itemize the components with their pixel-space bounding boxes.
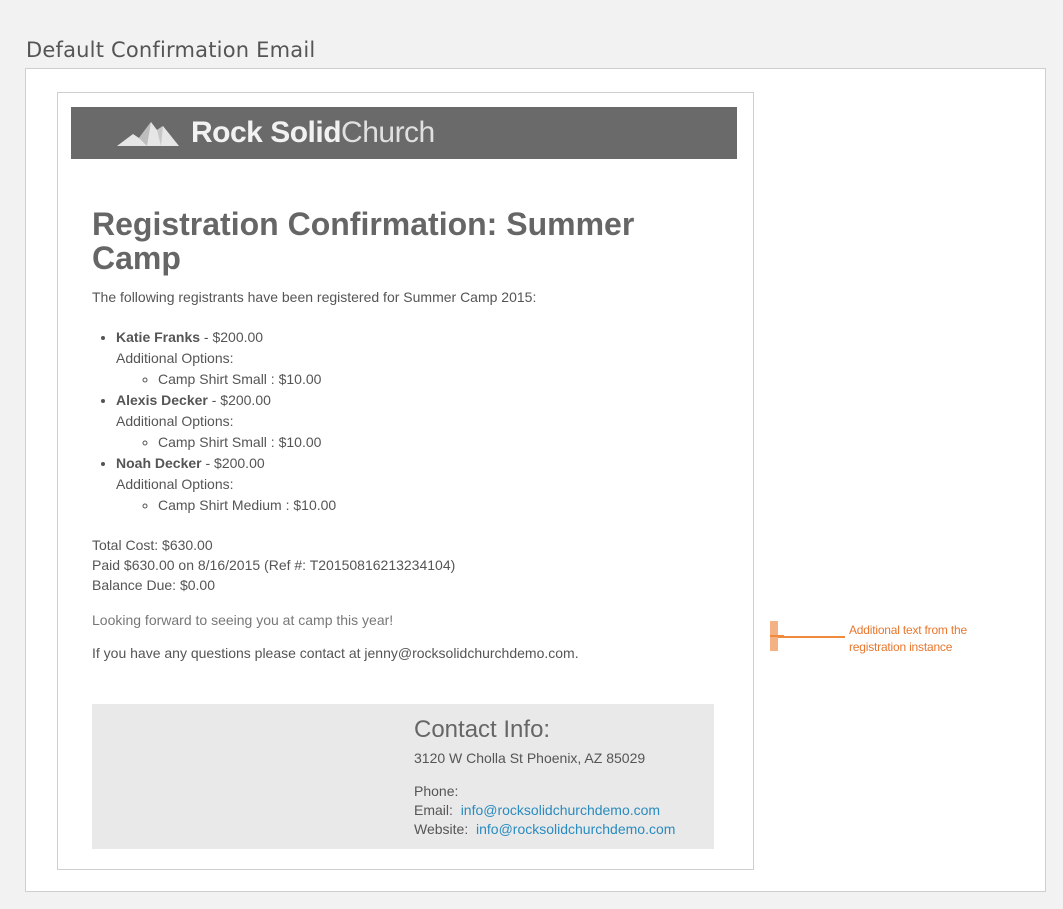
balance-due: Balance Due: $0.00 [92, 577, 215, 593]
registrant-item: Noah Decker - $200.00 Additional Options… [116, 453, 712, 516]
additional-options-label: Additional Options: [116, 350, 234, 366]
email-title: Registration Confirmation: Summer Camp [92, 206, 635, 276]
registrant-price: - $200.00 [201, 455, 265, 471]
contact-line: If you have any questions please contact… [92, 645, 579, 661]
option-item: Camp Shirt Small : $10.00 [158, 369, 712, 390]
contact-title: Contact Info: [414, 716, 551, 743]
email-intro: The following registrants have been regi… [92, 289, 537, 305]
option-item: Camp Shirt Small : $10.00 [158, 432, 712, 453]
mountain-logo-icon [117, 122, 179, 146]
website-label: Website: [414, 821, 469, 837]
registrant-item: Alexis Decker - $200.00 Additional Optio… [116, 390, 712, 453]
additional-text: Looking forward to seeing you at camp th… [92, 612, 394, 628]
total-cost: Total Cost: $630.00 [92, 537, 213, 553]
annotation-line [778, 636, 845, 638]
additional-options-label: Additional Options: [116, 476, 234, 492]
contact-address: 3120 W Cholla St Phoenix, AZ 85029 [414, 750, 646, 766]
registrant-name: Katie Franks [116, 329, 201, 345]
phone-row: Phone: [414, 782, 675, 801]
registrant-list: Katie Franks - $200.00 Additional Option… [92, 327, 712, 516]
email-body: Registration Confirmation: Summer Camp T… [92, 207, 712, 661]
email-row: Email: info@rocksolidchurchdemo.com [414, 801, 675, 820]
registrant-price: - $200.00 [200, 329, 264, 345]
contact-rows: Phone: Email: info@rocksolidchurchdemo.c… [414, 782, 675, 839]
registrant-name: Noah Decker [116, 455, 202, 471]
contact-info: Contact Info: 3120 W Cholla St Phoenix, … [414, 716, 675, 839]
option-list: Camp Shirt Small : $10.00 [116, 369, 712, 390]
registrant-name: Alexis Decker [116, 392, 208, 408]
page-caption: Default Confirmation Email [26, 38, 316, 62]
paid-line: Paid $630.00 on 8/16/2015 (Ref #: T20150… [92, 557, 456, 573]
registrant-item: Katie Franks - $200.00 Additional Option… [116, 327, 712, 390]
registrant-price: - $200.00 [207, 392, 271, 408]
option-list: Camp Shirt Medium : $10.00 [116, 495, 712, 516]
email-label: Email: [414, 802, 453, 818]
annotation-text: Additional text from the registration in… [849, 623, 967, 654]
brand-logo-text: Rock SolidChurch [191, 116, 435, 150]
additional-options-label: Additional Options: [116, 413, 234, 429]
brand-name-light: Church [341, 116, 435, 149]
website-link[interactable]: info@rocksolidchurchdemo.com [476, 821, 675, 837]
payment-summary: Total Cost: $630.00 Paid $630.00 on 8/16… [92, 535, 712, 595]
phone-label: Phone: [414, 783, 459, 799]
website-row: Website: info@rocksolidchurchdemo.com [414, 820, 675, 839]
option-item: Camp Shirt Medium : $10.00 [158, 495, 712, 516]
email-link[interactable]: info@rocksolidchurchdemo.com [461, 802, 660, 818]
brand-name-bold: Rock Solid [191, 116, 342, 149]
contact-info-box: Contact Info: 3120 W Cholla St Phoenix, … [92, 704, 714, 849]
email-header-banner: Rock SolidChurch [71, 107, 737, 159]
option-list: Camp Shirt Small : $10.00 [116, 432, 712, 453]
